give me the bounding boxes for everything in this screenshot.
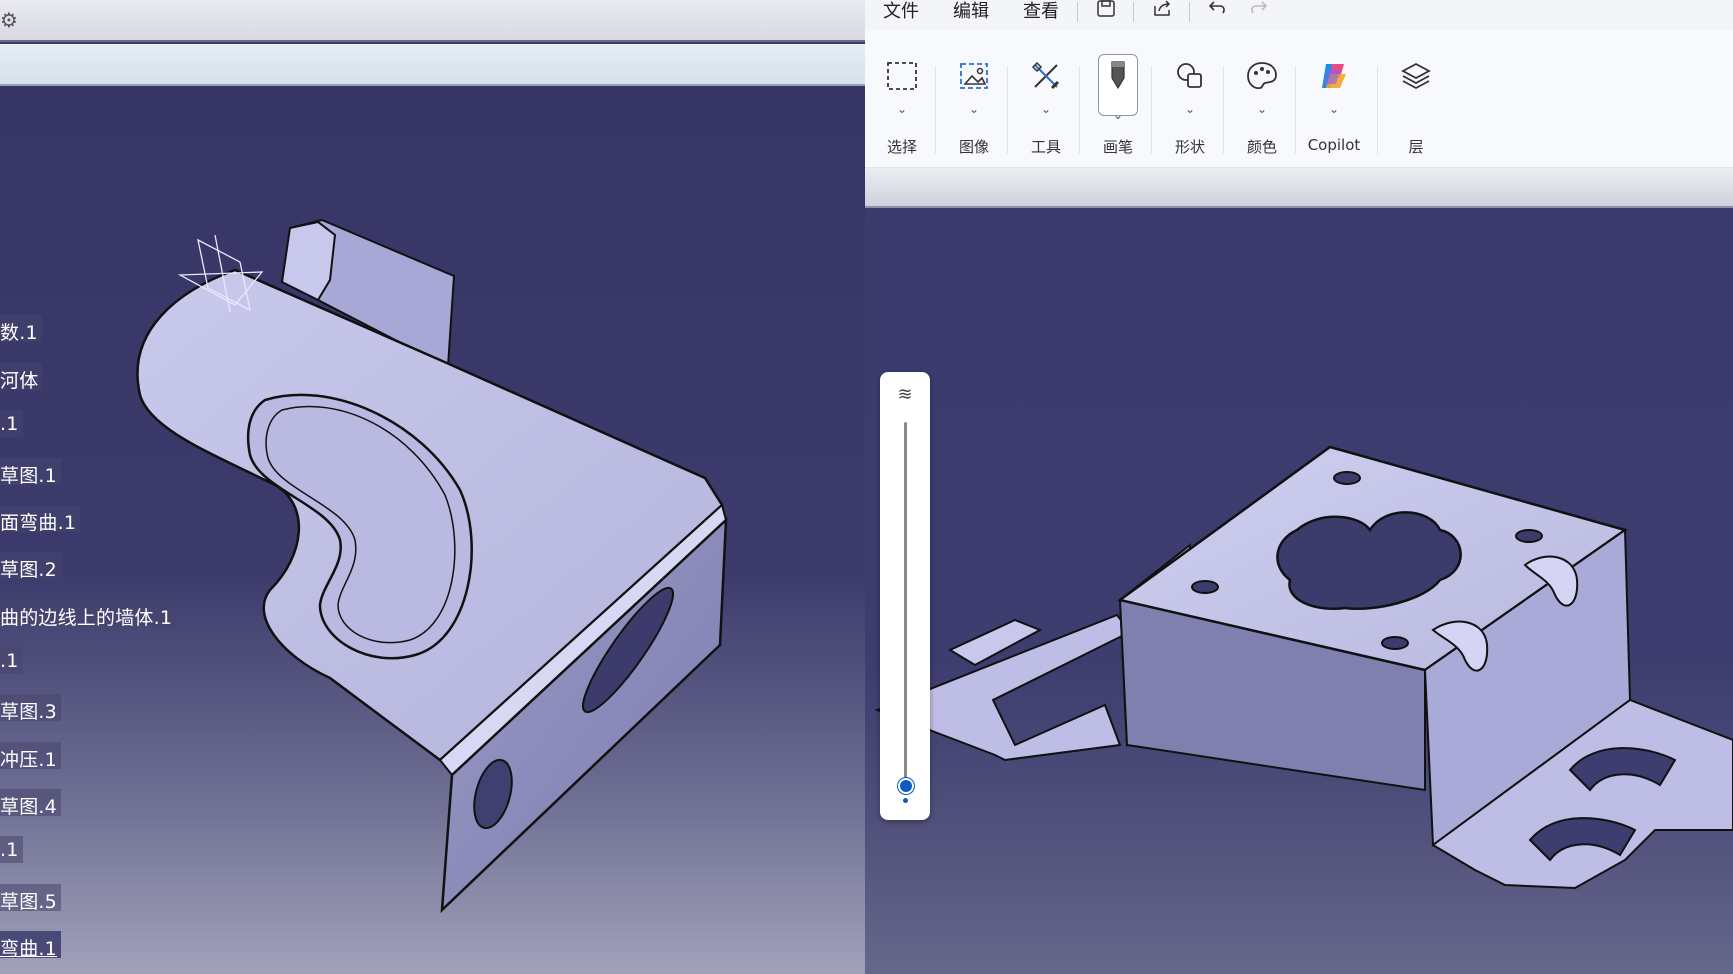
menu-view[interactable]: 查看 (1023, 0, 1059, 23)
palette-icon (1247, 62, 1277, 89)
tree-item[interactable]: .1 (0, 647, 23, 674)
catia-window: ⚙ 数.1 河体 .1 草图.1 面弯曲.1 草图.2 曲的边线上的墙体.1 .… (0, 0, 865, 974)
tools-icon (1031, 61, 1060, 90)
undo-icon[interactable] (1205, 0, 1231, 22)
menu-bar: 文件 编辑 查看 (865, 0, 1733, 30)
separator (1007, 66, 1008, 154)
select-tool-group[interactable]: ⌄ 选择 (867, 36, 937, 160)
tree-item[interactable]: 冲压.1 (0, 742, 61, 771)
tools-tool-group[interactable]: ⌄ 工具 (1011, 36, 1081, 160)
brush-size-slider[interactable]: ≋ (880, 372, 930, 820)
layers-tool-group[interactable]: 层 (1381, 36, 1451, 160)
separator (1079, 66, 1080, 154)
shapes-tool-group[interactable]: ⌄ 形状 (1155, 36, 1225, 160)
mount-hole (1515, 529, 1543, 543)
menu-file[interactable]: 文件 (883, 0, 919, 23)
tree-item[interactable]: 草图.3 (0, 694, 61, 723)
colors-tool-group[interactable]: ⌄ 颜色 (1227, 36, 1297, 160)
brush-size-icon: ≋ (897, 384, 913, 405)
chevron-down-icon[interactable]: ⌄ (1299, 102, 1369, 116)
slider-thumb[interactable] (898, 778, 914, 794)
layers-label: 层 (1408, 138, 1424, 156)
select-rectangle-icon (887, 62, 917, 90)
tree-item[interactable]: 面弯曲.1 (0, 505, 81, 534)
mount-hole (1191, 580, 1219, 594)
tree-item[interactable]: 数.1 (0, 315, 42, 344)
shapes-icon (1177, 63, 1202, 88)
select-label: 选择 (886, 138, 917, 156)
paint-window: 文件 编辑 查看 ⌄ 选择 ⌄ 图像 ⌄ 工具 ⌄ 画笔 ⌄ 形状 ⌄ 颜色 ⌄… (865, 0, 1733, 974)
tree-item[interactable]: 草图.4 (0, 789, 61, 818)
chevron-down-icon[interactable]: ⌄ (1227, 102, 1297, 116)
tree-item[interactable]: 草图.5 (0, 884, 61, 913)
menu-edit[interactable]: 编辑 (953, 0, 989, 23)
layers-icon (1401, 62, 1431, 90)
chevron-down-icon[interactable]: ⌄ (1083, 108, 1153, 122)
tree-item[interactable]: .1 (0, 836, 23, 863)
shapes-label: 形状 (1174, 138, 1205, 156)
separator (1133, 2, 1134, 22)
copilot-tool-group[interactable]: ⌄ Copilot (1299, 36, 1369, 160)
mount-hole (1333, 471, 1361, 485)
image-tool-group[interactable]: ⌄ 图像 (939, 36, 1009, 160)
chevron-down-icon[interactable]: ⌄ (867, 102, 937, 116)
separator (1077, 2, 1078, 22)
save-icon[interactable] (1093, 0, 1119, 22)
image-icon (960, 63, 988, 89)
separator (935, 66, 936, 154)
ribbon: ⌄ 选择 ⌄ 图像 ⌄ 工具 ⌄ 画笔 ⌄ 形状 ⌄ 颜色 ⌄ Copilot … (865, 30, 1733, 168)
canvas-top-strip (865, 168, 1733, 208)
specification-tree: 数.1 河体 .1 草图.1 面弯曲.1 草图.2 曲的边线上的墙体.1 .1 … (0, 0, 220, 974)
separator (1151, 66, 1152, 154)
tree-item[interactable]: 曲的边线上的墙体.1 (0, 600, 177, 629)
bracket-model-right (874, 445, 1733, 890)
copilot-label: Copilot (1307, 136, 1361, 154)
slider-dot (903, 798, 908, 803)
chevron-down-icon[interactable]: ⌄ (1155, 102, 1225, 116)
tree-item-selected[interactable]: 弯曲.1 (0, 931, 61, 960)
copilot-icon (1322, 64, 1346, 88)
separator (1223, 66, 1224, 154)
share-icon[interactable] (1149, 0, 1175, 22)
tree-item[interactable]: .1 (0, 410, 23, 437)
separator (1295, 66, 1296, 154)
brushes-tool-group[interactable]: ⌄ 画笔 (1083, 36, 1153, 160)
chevron-down-icon[interactable]: ⌄ (939, 102, 1009, 116)
image-label: 图像 (958, 138, 989, 156)
tree-item[interactable]: 草图.2 (0, 552, 61, 581)
tools-label: 工具 (1030, 138, 1061, 156)
separator (1377, 66, 1378, 154)
chevron-down-icon[interactable]: ⌄ (1011, 102, 1081, 116)
separator (1189, 2, 1190, 22)
tree-item[interactable]: 草图.1 (0, 458, 61, 487)
redo-icon[interactable] (1245, 0, 1271, 22)
brush-icon (1111, 61, 1125, 90)
mount-hole (1381, 636, 1409, 650)
tree-item[interactable]: 河体 (0, 363, 43, 392)
colors-label: 颜色 (1246, 138, 1277, 156)
slider-track[interactable] (904, 422, 907, 787)
paint-canvas[interactable] (865, 208, 1733, 974)
brushes-label: 画笔 (1102, 138, 1133, 156)
